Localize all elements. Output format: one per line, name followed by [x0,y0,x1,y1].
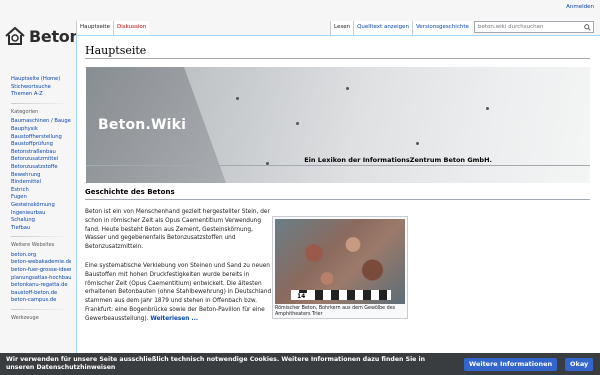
sidebar-website-item[interactable]: planungsatlas-hochbau.de [11,275,71,283]
divider [11,309,71,311]
search-icon[interactable] [584,24,591,31]
ruler-label: 14 [295,293,308,300]
sidebar-kategorie-item[interactable]: Betonstraßenbau [11,149,71,157]
thumbnail-figure: 14 Römischer Beton, Bohrkern aus dem Gew… [272,216,408,319]
search-placeholder: beton.wiki durchsuchen [478,24,544,30]
more-info-button[interactable]: Weitere Informationen [464,358,558,371]
sidebar-nav-item[interactable]: Hauptseite (Home) [11,76,71,84]
sidebar-website-item[interactable]: betonkanu-regatta.de [11,282,71,290]
page-subtitle: Ein Lexikon der InformationsZentrum Beto… [304,156,492,164]
personal-toolbar: Anmelden [0,0,600,15]
namespace-tabs: Hauptseite Diskussion [76,21,150,35]
sidebar-kategorie-item[interactable]: Bindemittel [11,179,71,187]
sidebar-nav-item[interactable]: Themen A-Z [11,91,71,99]
sidebar-kategorie-item[interactable]: Schalung [11,217,71,225]
okay-button[interactable]: Okay [565,358,594,371]
tab-diskussion[interactable]: Diskussion [112,21,150,35]
concrete-pore [486,107,489,110]
divider [11,102,71,104]
sidebar-website-item[interactable]: beton-campus.de [11,297,71,305]
sidebar-nav-item[interactable]: Stichwortsuche [11,84,71,92]
sidebar-kategorie-item[interactable]: Bauphysik [11,126,71,134]
divider [11,236,71,238]
page-title: Hauptseite [85,44,147,57]
sidebar-kategorie-item[interactable]: Estrich [11,187,71,195]
sidebar-websites: beton.org beton-webakademie.de beton-fuer-… [11,252,71,305]
thumbnail-caption: Römischer Beton, Bohrkern aus dem Gewölb… [275,306,396,317]
house-logo-icon [5,26,25,45]
paragraph-intro: Beton ist ein von Menschenhand gezielt h… [85,209,270,251]
concrete-pore [346,87,349,90]
view-tabs: Lesen Quelltext anzeigen Versionsgeschic… [330,21,472,35]
section-title: Geschichte des Betons [85,188,175,196]
sidebar-kategorie-item[interactable]: Gesteinskörnung [11,202,71,210]
main-content: Hauptseite Beton.Wiki Ein Lexikon der In… [76,35,600,375]
search-input[interactable]: beton.wiki durchsuchen [474,21,594,33]
sidebar-heading-websites: Weitere Websites [11,242,55,249]
tab-quelltext[interactable]: Quelltext anzeigen [353,21,412,35]
sidebar-heading-werkzeuge: Werkzeuge [11,315,39,322]
site-logo[interactable]: Beton [4,21,81,51]
sidebar-website-item[interactable]: beton-webakademie.de [11,259,71,267]
sidebar-website-item[interactable]: beton.org [11,252,71,260]
sidebar-heading-kategorien: Kategorien [11,108,39,115]
sidebar-kategorie-item[interactable]: Bewehrung [11,172,71,180]
sidebar-kategorie-item[interactable]: Baustoffherstellung [11,134,71,142]
sidebar-kategorie-item[interactable]: Baustoffprüfung [11,141,71,149]
banner-text: Beton.Wiki [98,117,187,133]
sidebar-kategorie-item[interactable]: Baumaschinen / Baugeräte [11,118,71,126]
drill-core-image[interactable]: 14 [275,219,405,304]
sidebar-kategorie-item[interactable]: Betonzusatzmittel [11,156,71,164]
sidebar-kategorie-item[interactable]: Tiefbau [11,225,71,233]
cookie-text: Wir verwenden für unsere Seite ausschlie… [6,356,426,371]
divider [85,58,590,59]
sidebar-kategorie-item[interactable]: Betonzusatzstoffe [11,164,71,172]
login-link[interactable]: Anmelden [566,4,594,10]
tab-lesen[interactable]: Lesen [330,21,354,35]
sidebar-nav: Hauptseite (Home) Stichwortsuche Themen A-… [11,76,71,99]
tab-hauptseite[interactable]: Hauptseite [76,21,113,35]
sidebar: Hauptseite (Home) Stichwortsuche Themen A-… [11,76,71,325]
divider [85,199,590,200]
concrete-pore [416,142,419,145]
paragraph-history: Eine systematische Verklebung von Steine… [85,262,275,324]
divider [86,165,590,166]
tab-versionsgeschichte[interactable]: Versionsgeschichte [411,21,472,35]
sidebar-kategorie-item[interactable]: Fugen [11,194,71,202]
sidebar-kategorie-item[interactable]: Ingenieurbau [11,210,71,218]
sidebar-website-item[interactable]: beton-fuer-grosse-ideen.de [11,267,71,275]
concrete-pore [296,122,299,125]
sidebar-kategorien: Baumaschinen / BaugeräteBauphysikBaustof… [11,118,71,232]
concrete-pore [236,97,239,100]
logo-text: Beton [29,26,81,46]
paragraph-history-text: Eine systematische Verklebung von Steine… [85,263,272,322]
sidebar-website-item[interactable]: baustoff-beton.de [11,290,71,298]
weiterlesen-link[interactable]: Weiterlesen ... [150,316,198,322]
